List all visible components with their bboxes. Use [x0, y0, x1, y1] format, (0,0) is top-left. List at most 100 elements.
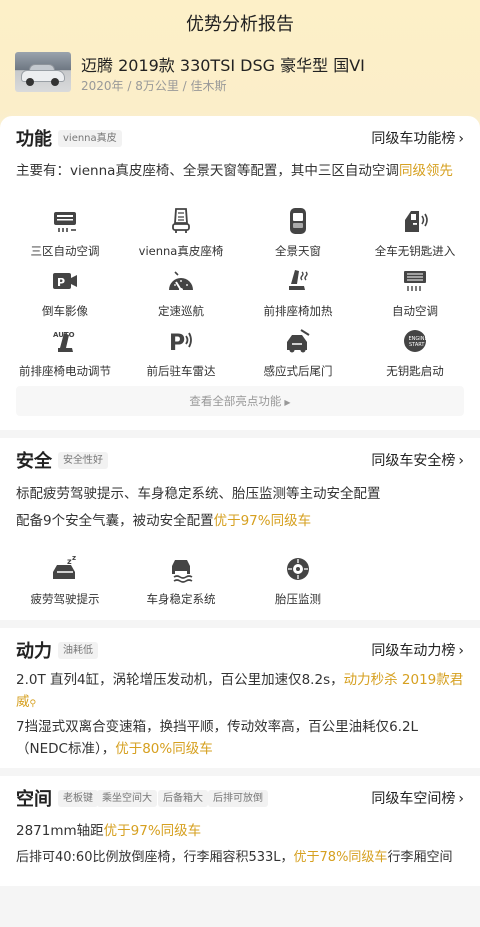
feature-item[interactable]: zz 疲劳驾驶提示: [10, 554, 120, 607]
feature-label: 前后驻车雷达: [146, 364, 216, 378]
space-line-2: 后排可40:60比例放倒座椅，行李厢容积533L，优于78%同级车行李厢空间: [16, 847, 466, 869]
safety-line-2-text: 配备9个安全气囊，被动安全配置: [16, 513, 214, 529]
triangle-right-icon: ▶: [284, 398, 291, 407]
power-header: 动力 油耗低 同级车动力榜 ›: [0, 628, 480, 668]
svg-text:AUTO: AUTO: [53, 331, 75, 339]
svg-text:P: P: [169, 331, 185, 356]
parking-radar-icon: P: [169, 331, 192, 356]
section-title: 空间: [16, 789, 52, 810]
section-title: 安全: [16, 451, 52, 472]
space-tag: 乘坐空间大: [97, 790, 157, 807]
auto-ac-icon: [404, 271, 426, 291]
safety-header: 安全 安全性好 同级车安全榜 ›: [0, 438, 480, 478]
summary-text: 主要有：vienna真皮座椅、全景天窗等配置，其中三区自动空调: [16, 163, 399, 179]
function-section: 功能 vienna真皮 同级车功能榜 › 主要有：vienna真皮座椅、全景天窗等…: [0, 116, 480, 430]
svg-text:z: z: [72, 554, 76, 562]
feature-item[interactable]: 前排座椅加热: [243, 266, 353, 319]
feature-item[interactable]: ENGINE START 无钥匙启动: [360, 326, 470, 379]
power-highlight-2: 优于80%同级车: [115, 741, 213, 757]
cruise-control-icon: [169, 271, 193, 292]
feature-item[interactable]: 三区自动空调: [10, 206, 120, 259]
feature-item[interactable]: 全景天窗: [243, 206, 353, 259]
safety-highlight: 优于97%同级车: [213, 513, 312, 529]
chevron-right-icon: ›: [458, 131, 464, 147]
feature-label: 胎压监测: [275, 592, 321, 606]
feature-label: 全车无钥匙进入: [374, 244, 456, 258]
view-all-label: 查看全部亮点功能: [189, 394, 282, 408]
safety-section: 安全 安全性好 同级车安全榜 › 标配疲劳驾驶提示、车身稳定系统、胎压监测等主动安…: [0, 438, 480, 620]
sunroof-icon: [290, 208, 306, 234]
space-section: 空间 老板键 乘坐空间大 后备箱大 后排可放倒 同级车空间榜 › 2871mm轴距…: [0, 776, 480, 886]
feature-item[interactable]: 全车无钥匙进入: [360, 206, 470, 259]
feature-item[interactable]: 自动空调: [360, 266, 470, 319]
svg-text:P: P: [57, 276, 65, 289]
feature-item[interactable]: P 前后驻车雷达: [126, 326, 236, 379]
space-line-2-text: 后排可40:60比例放倒座椅，行李厢容积533L，: [16, 850, 294, 865]
feature-label: vienna真皮座椅: [138, 244, 224, 258]
svg-text:START: START: [409, 342, 425, 348]
car-name: 迈腾 2019款 330TSI DSG 豪华型 国VI: [81, 56, 365, 75]
car-meta: 2020年 / 8万公里 / 佳木斯: [81, 79, 227, 93]
feature-item[interactable]: 感应式后尾门: [243, 326, 353, 379]
seat-heating-icon: [289, 270, 308, 290]
feature-label: 定速巡航: [158, 304, 204, 318]
space-tag: 后排可放倒: [208, 790, 268, 807]
tire-pressure-icon: [287, 558, 309, 580]
feature-item[interactable]: 定速巡航: [126, 266, 236, 319]
space-rank-link[interactable]: 同级车空间榜 ›: [371, 788, 464, 808]
rank-link-label: 同级车功能榜: [371, 131, 456, 147]
power-highlight: 动力秒杀 2019款君: [343, 672, 464, 688]
feature-label: 全景天窗: [275, 244, 321, 258]
chevron-right-icon: ›: [458, 643, 464, 659]
feature-label: 前排座椅加热: [263, 304, 333, 318]
feature-item[interactable]: 胎压监测: [243, 554, 353, 607]
power-section: 动力 油耗低 同级车动力榜 › 2.0T 直列4缸，涡轮增压发动机，百公里加速仅8…: [0, 628, 480, 768]
chevron-right-icon: ›: [458, 791, 464, 807]
function-rank-link[interactable]: 同级车功能榜 ›: [371, 128, 464, 148]
space-highlight: 优于97%同级车: [103, 823, 202, 839]
feature-label: 无钥匙启动: [386, 364, 444, 378]
space-header: 空间 老板键 乘坐空间大 后备箱大 后排可放倒 同级车空间榜 ›: [0, 776, 480, 816]
feature-label: 自动空调: [392, 304, 438, 318]
start-button-icon: ENGINESTART: [404, 330, 428, 352]
feature-item[interactable]: 车身稳定系统: [126, 554, 236, 607]
feature-item[interactable]: vienna真皮座椅: [126, 206, 236, 259]
car-thumbnail: [15, 52, 71, 92]
safety-line-1: 标配疲劳驾驶提示、车身稳定系统、胎压监测等主动安全配置: [16, 486, 381, 502]
power-line-2: 7挡湿式双离合变速箱，换挡平顺，传动效率高，百公里油耗仅6.2L（NEDC标准）…: [16, 716, 466, 760]
feature-label: 车身稳定系统: [146, 592, 216, 606]
summary-highlight-pre: 同: [398, 163, 413, 179]
leather-seat-icon: [172, 208, 190, 233]
stability-control-icon: [172, 560, 193, 583]
power-highlight-tail: 威: [16, 694, 30, 710]
space-highlight-2: 优于78%同级车: [293, 850, 388, 865]
keyless-entry-icon: [405, 211, 428, 232]
fatigue-alert-icon: zz: [53, 554, 76, 579]
power-line-1-text: 2.0T 直列4缸，涡轮增压发动机，百公里加速仅8.2s，: [16, 672, 344, 688]
power-line-2-text: 7挡湿式双离合变速箱，换挡平顺，传动效率高，百公里油耗仅6.2L（NEDC标准）…: [16, 719, 419, 757]
space-line-2-tail: 行李厢空间: [387, 850, 453, 865]
feature-label: 感应式后尾门: [263, 364, 333, 378]
climate-control-icon: [54, 212, 76, 232]
safety-rank-link[interactable]: 同级车安全榜 ›: [371, 450, 464, 470]
rank-link-label: 同级车动力榜: [371, 643, 456, 659]
power-tag: 油耗低: [58, 642, 98, 659]
power-rank-link[interactable]: 同级车动力榜 ›: [371, 640, 464, 660]
feature-label: 三区自动空调: [30, 244, 100, 258]
rank-link-label: 同级车空间榜: [371, 791, 456, 807]
space-line-1: 2871mm轴距优于97%同级车: [16, 820, 466, 842]
power-seat-icon: AUTO: [53, 331, 75, 352]
space-tag: 老板键: [58, 790, 98, 807]
function-header: 功能 vienna真皮 同级车功能榜 ›: [0, 116, 480, 156]
feature-item[interactable]: AUTO 前排座椅电动调节: [10, 326, 120, 379]
chevron-right-icon: ›: [458, 453, 464, 469]
safety-tag: 安全性好: [58, 452, 108, 469]
view-all-features-button[interactable]: 查看全部亮点功能 ▶: [16, 386, 464, 416]
page-title: 优势分析报告: [186, 14, 294, 35]
feature-item[interactable]: P 倒车影像: [10, 266, 120, 319]
feature-label: 前排座椅电动调节: [19, 364, 111, 378]
car-header[interactable]: 迈腾 2019款 330TSI DSG 豪华型 国VI 2020年 / 8万公里…: [15, 52, 465, 94]
function-summary: 主要有：vienna真皮座椅、全景天窗等配置，其中三区自动空调同级领先: [16, 160, 466, 182]
search-icon: ⚲: [29, 699, 37, 709]
section-title: 功能: [16, 129, 52, 150]
